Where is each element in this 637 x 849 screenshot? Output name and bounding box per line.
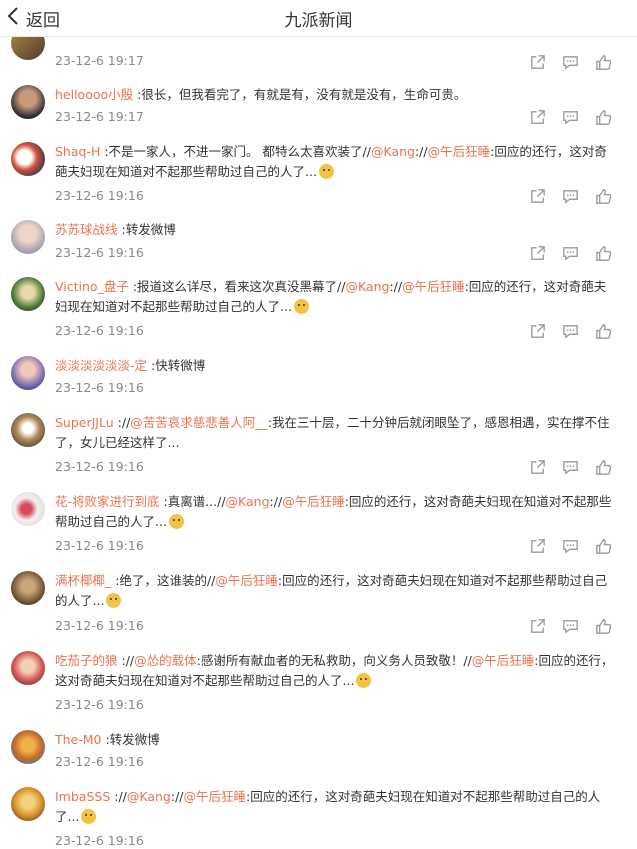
avatar[interactable] [11,142,45,176]
emoji-icon [106,593,122,608]
mention-link[interactable]: @苦苦哀求慈悲善人阿__ [130,415,268,430]
comment-actions [528,53,613,72]
mention-link[interactable]: @午后狂睡 [428,144,491,159]
like-icon[interactable] [594,187,613,206]
avatar[interactable] [11,571,45,605]
share-icon[interactable] [528,244,547,263]
comment-time: 23-12-6 19:17 [55,53,144,68]
comment-actions [528,458,613,477]
comment-text: 淡淡淡淡淡淡-定 :快转微博 [55,358,206,373]
comment-time: 23-12-6 19:16 [55,188,144,203]
like-icon[interactable] [594,322,613,341]
comment-feed[interactable]: 23-12-6 19:17 helloooo小殷 :很长，但我看完了，有就是有，… [0,0,637,849]
comment-icon[interactable] [561,244,580,263]
comment-icon[interactable] [561,108,580,127]
comment-icon[interactable] [561,322,580,341]
avatar[interactable] [11,787,45,821]
comment-time: 23-12-6 19:16 [55,754,144,769]
comment-actions [528,322,613,341]
share-icon[interactable] [528,108,547,127]
share-icon[interactable] [528,617,547,636]
avatar[interactable] [11,730,45,764]
comment-time: 23-12-6 19:16 [55,833,144,848]
avatar[interactable] [11,85,45,119]
mention-link[interactable]: @午后狂睡 [184,789,247,804]
page-title: 九派新闻 [284,11,353,31]
comment-text: SuperJJLu ://@苦苦哀求慈悲善人阿__:我在三十层，二十分钟后就闭眼… [55,415,610,450]
share-icon[interactable] [528,53,547,72]
comment-username[interactable]: 花-将败家进行到底 [55,494,160,509]
like-icon[interactable] [594,108,613,127]
comment-username[interactable]: 吃茄子的狼 [55,653,118,668]
mention-link[interactable]: @Kang [127,789,171,804]
comment-time: 23-12-6 19:16 [55,538,144,553]
share-icon[interactable] [528,458,547,477]
mention-link[interactable]: @午后狂睡 [282,494,345,509]
like-icon[interactable] [594,537,613,556]
comment-icon[interactable] [561,617,580,636]
comment-time: 23-12-6 19:16 [55,618,144,633]
comment-username[interactable]: 淡淡淡淡淡淡-定 [55,358,147,373]
mention-link[interactable]: @Kang [226,494,270,509]
share-icon[interactable] [528,187,547,206]
comment-time: 23-12-6 19:16 [55,697,144,712]
comment-username[interactable]: SuperJJLu [55,415,114,430]
comment-icon[interactable] [561,537,580,556]
comment-text: 花-将败家进行到底 :真离谱...//@Kang://@午后狂睡:回应的还行，这… [55,494,612,529]
comment-time: 23-12-6 19:16 [55,459,144,474]
comment-time: 23-12-6 19:16 [55,245,144,260]
comment-actions [528,617,613,636]
comment-time: 23-12-6 19:16 [55,380,144,395]
comment-actions [528,244,613,263]
like-icon[interactable] [594,244,613,263]
comment-actions [528,108,613,127]
comment-username[interactable]: Shaq-H [55,144,100,159]
avatar[interactable] [11,220,45,254]
emoji-icon [168,514,184,529]
comment-username[interactable]: 满杯椰椰_ [55,573,111,588]
mention-link[interactable]: @午后狂睡 [402,279,465,294]
comment-text: Victino_盘子 :报道这么详尽，看来这次真没黑幕了//@Kang://@午… [55,279,607,314]
avatar[interactable] [11,492,45,526]
comment-icon[interactable] [561,53,580,72]
avatar[interactable] [11,277,45,311]
comment-username[interactable]: Victino_盘子 [55,279,129,294]
comment-text: helloooo小殷 :很长，但我看完了，有就是有，没有就是没有，生命可贵。 [55,87,467,102]
comment-text: Shaq-H :不是一家人，不进一家门。 都特么太喜欢装了//@Kang://@… [55,144,607,179]
mention-link[interactable]: @怂的载体 [134,653,197,668]
comment-username[interactable]: helloooo小殷 [55,87,133,102]
mention-link[interactable]: @午后狂睡 [215,573,278,588]
share-icon[interactable] [528,322,547,341]
emoji-icon [81,809,97,824]
comment-text: 吃茄子的狼 ://@怂的载体:感谢所有献血者的无私救助，向义务人员致敬！//@午… [55,653,614,688]
like-icon[interactable] [594,458,613,477]
share-icon[interactable] [528,537,547,556]
emoji-icon [293,299,309,314]
like-icon[interactable] [594,617,613,636]
comment-text: ImbaSSS ://@Kang://@午后狂睡:回应的还行，这对奇葩夫妇现在知… [55,789,601,824]
comment-icon[interactable] [561,187,580,206]
mention-link[interactable]: @Kang [371,144,415,159]
emoji-icon [318,164,334,179]
avatar[interactable] [11,413,45,447]
like-icon[interactable] [594,53,613,72]
emoji-icon [356,673,372,688]
comment-text: 满杯椰椰_ :绝了，这谁装的//@午后狂睡:回应的还行，这对奇葩夫妇现在知道对不… [55,573,608,608]
comment-username[interactable]: 苏苏球战线 [55,222,118,237]
comment-time: 23-12-6 19:16 [55,323,144,338]
comment-actions [528,187,613,206]
avatar[interactable] [11,356,45,390]
comment-text: The-M0 :转发微博 [55,732,160,747]
comment-username[interactable]: ImbaSSS [55,789,110,804]
comment-time: 23-12-6 19:17 [55,109,144,124]
mention-link[interactable]: @午后狂睡 [472,653,535,668]
top-nav-bar: 返回 九派新闻 [0,0,637,37]
comment-username[interactable]: The-M0 [55,732,102,747]
avatar[interactable] [11,651,45,685]
comment-actions [528,537,613,556]
mention-link[interactable]: @Kang [345,279,389,294]
comment-icon[interactable] [561,458,580,477]
comment-text: 苏苏球战线 :转发微博 [55,222,176,237]
